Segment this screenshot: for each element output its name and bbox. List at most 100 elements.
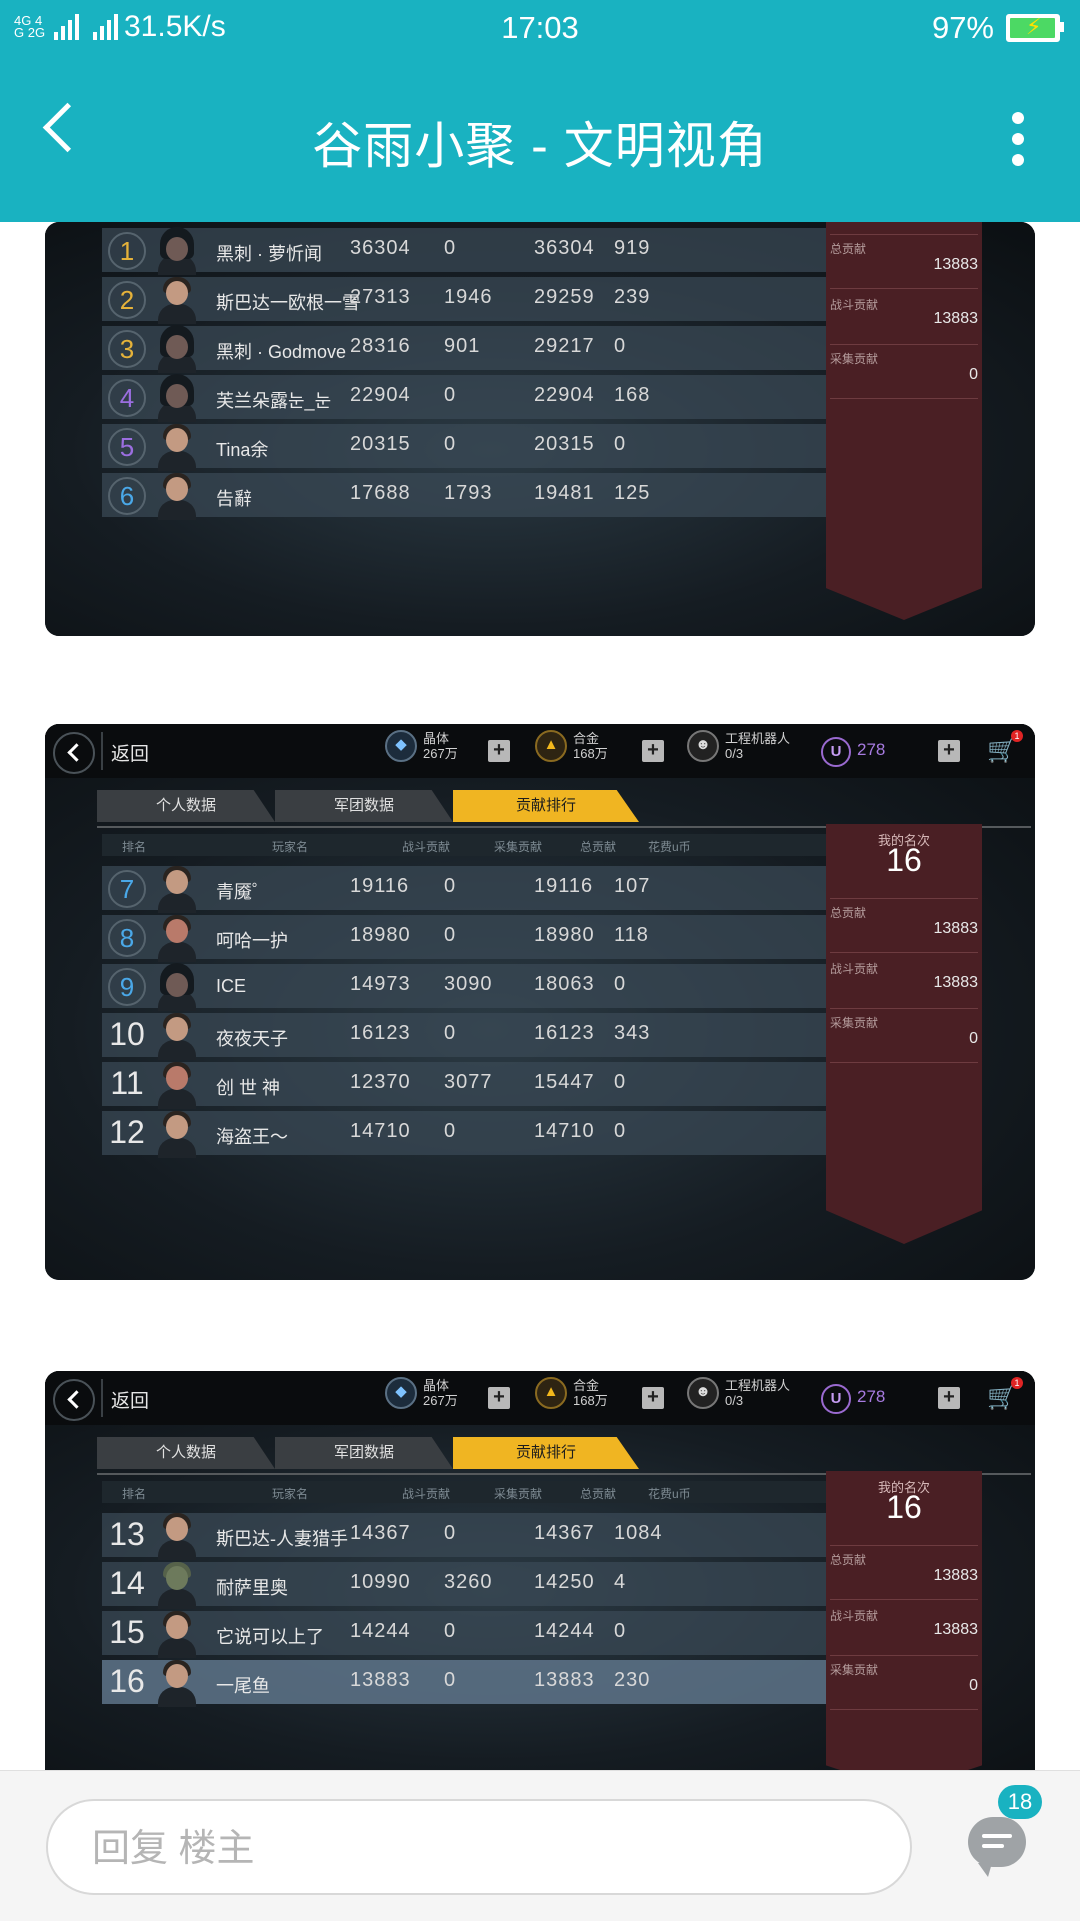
crystal-value: 267万 bbox=[423, 1393, 458, 1408]
battery-icon: ⚡ bbox=[1006, 14, 1064, 42]
table-row[interactable]: 11 创 世 神 12370 3077 15447 0 bbox=[102, 1062, 834, 1109]
game-back-icon[interactable] bbox=[53, 1379, 95, 1421]
divider bbox=[830, 1655, 978, 1656]
player-name: 斯巴达-人妻猎手 bbox=[216, 1529, 348, 1549]
add-icon[interactable]: + bbox=[642, 1387, 664, 1409]
add-icon[interactable]: + bbox=[488, 740, 510, 762]
battle-value: 14244 bbox=[350, 1620, 411, 1642]
column-header: 总贡献 bbox=[580, 840, 617, 854]
player-name: 芙兰朵露눈_눈 bbox=[216, 391, 332, 411]
player-name: 夜夜天子 bbox=[216, 1029, 288, 1049]
divider bbox=[830, 344, 978, 345]
tab-ranking[interactable]: 贡献排行 bbox=[453, 790, 639, 822]
u-value: 107 bbox=[614, 875, 651, 897]
total-value: 16123 bbox=[534, 1022, 595, 1044]
cart-icon[interactable]: 🛒 1 bbox=[987, 1377, 1023, 1411]
gather-label: 采集贡献 bbox=[830, 1016, 879, 1030]
alloy-resource: ▲ 合金 168万 bbox=[535, 730, 608, 762]
table-row[interactable]: 7 青魇゜ 19116 0 19116 107 bbox=[102, 866, 834, 913]
tab-bar: 个人数据 军团数据 贡献排行 bbox=[97, 790, 1031, 828]
player-avatar bbox=[152, 1608, 202, 1658]
total-value: 29217 bbox=[534, 335, 595, 357]
table-row[interactable]: 1 黑刺 · 萝忻闻 36304 0 36304 919 bbox=[102, 227, 834, 275]
u-value: 239 bbox=[614, 286, 651, 308]
battle-value: 14710 bbox=[350, 1120, 411, 1142]
table-row[interactable]: 5 Tina余 20315 0 20315 0 bbox=[102, 424, 834, 471]
gather-value: 1946 bbox=[444, 286, 493, 308]
robot-resource: ☻ 工程机器人 0/3 bbox=[687, 730, 790, 762]
table-row[interactable]: 2 斯巴达一欧根一雪 27313 1946 29259 239 bbox=[102, 277, 834, 324]
cart-icon[interactable]: 🛒 1 bbox=[987, 730, 1023, 764]
battle-value: 18980 bbox=[350, 924, 411, 946]
tab-bar: 个人数据 军团数据 贡献排行 bbox=[97, 1437, 1031, 1475]
player-name: 青魇゜ bbox=[216, 882, 270, 902]
u-value: 1084 bbox=[614, 1522, 663, 1544]
tab-personal[interactable]: 个人数据 bbox=[97, 790, 275, 822]
player-avatar bbox=[152, 1510, 202, 1560]
game-back-label[interactable]: 返回 bbox=[111, 1386, 149, 1413]
crystal-label: 晶体 bbox=[423, 731, 450, 746]
add-icon[interactable]: + bbox=[938, 1387, 960, 1409]
table-row[interactable]: 15 它说可以上了 14244 0 14244 0 bbox=[102, 1608, 834, 1658]
battle-value: 13883 bbox=[350, 1669, 411, 1691]
game-back-icon[interactable] bbox=[53, 732, 95, 774]
gather-value: 0 bbox=[444, 237, 457, 259]
battle-value: 13883 bbox=[933, 310, 979, 327]
column-header: 采集贡献 bbox=[494, 840, 543, 854]
table-row[interactable]: 3 黑刺 · Godmove 28316 901 29217 0 bbox=[102, 325, 834, 373]
u-coin-value: 278 bbox=[857, 1387, 886, 1406]
table-row[interactable]: 4 芙兰朵露눈_눈 22904 0 22904 168 bbox=[102, 374, 834, 422]
rank-number: 11 bbox=[110, 1065, 144, 1101]
player-name: 耐萨里奥 bbox=[216, 1578, 288, 1598]
game-back-label[interactable]: 返回 bbox=[111, 739, 149, 766]
table-row[interactable]: 9 ICE 14973 3090 18063 0 bbox=[102, 963, 834, 1011]
battery-status: 97% ⚡ bbox=[931, 10, 1064, 46]
battle-value: 17688 bbox=[350, 482, 411, 504]
table-row[interactable]: 10 夜夜天子 16123 0 16123 343 bbox=[102, 1010, 834, 1060]
battle-value: 12370 bbox=[350, 1071, 411, 1093]
player-name: 创 世 神 bbox=[216, 1078, 281, 1098]
player-name: Tina余 bbox=[216, 440, 269, 460]
tab-personal[interactable]: 个人数据 bbox=[97, 1437, 275, 1469]
table-row[interactable]: 14 耐萨里奥 10990 3260 14250 4 bbox=[102, 1559, 834, 1609]
robot-resource: ☻ 工程机器人 0/3 bbox=[687, 1377, 790, 1409]
comment-icon[interactable] bbox=[968, 1817, 1026, 1877]
player-avatar bbox=[152, 1559, 202, 1609]
screenshot-2[interactable]: 返回 ◆ 晶体 267万 ▲ 合金 168万 ☻ 工程机器人 0/3 + + + U 278 🛒 1 个人数据 军团… bbox=[45, 724, 1035, 1280]
gather-value: 901 bbox=[444, 335, 481, 357]
player-name: 黑刺 · Godmove bbox=[216, 342, 347, 362]
u-value: 0 bbox=[614, 335, 627, 357]
table-row[interactable]: 12 海盗王～ 14710 0 14710 0 bbox=[102, 1111, 834, 1158]
table-row[interactable]: 8 呵哈一护 18980 0 18980 118 bbox=[102, 915, 834, 962]
column-header: 花费u币 bbox=[648, 840, 691, 854]
screenshot-1[interactable]: 1 黑刺 · 萝忻闻 36304 0 36304 919 2 斯巴达一欧根一雪 27313 194… bbox=[45, 222, 1035, 636]
screenshot-3[interactable]: 返回 ◆ 晶体 267万 ▲ 合金 168万 ☻ 工程机器人 0/3 + + + U 278 🛒 1 个人数据 军团… bbox=[45, 1371, 1035, 1770]
add-icon[interactable]: + bbox=[488, 1387, 510, 1409]
player-avatar bbox=[152, 1010, 202, 1060]
rank-number: 12 bbox=[109, 1114, 145, 1150]
more-menu-icon[interactable] bbox=[1012, 112, 1024, 175]
add-icon[interactable]: + bbox=[938, 740, 960, 762]
crystal-value: 267万 bbox=[423, 746, 458, 761]
divider bbox=[830, 898, 978, 899]
reply-input[interactable]: 回复 楼主 bbox=[46, 1799, 912, 1895]
battery-percent: 97% bbox=[931, 10, 994, 45]
gather-value: 0 bbox=[444, 1120, 457, 1142]
table-row[interactable]: 16 一尾鱼 13883 0 13883 230 bbox=[102, 1660, 834, 1707]
player-name: 海盗王～ bbox=[216, 1127, 288, 1147]
robot-value: 0/3 bbox=[725, 746, 744, 761]
tab-ranking[interactable]: 贡献排行 bbox=[453, 1437, 639, 1469]
add-icon[interactable]: + bbox=[642, 740, 664, 762]
alloy-value: 168万 bbox=[573, 746, 608, 761]
tab-legion[interactable]: 军团数据 bbox=[275, 790, 453, 822]
table-row[interactable]: 6 告辭 17688 1793 19481 125 bbox=[102, 473, 834, 520]
total-value: 29259 bbox=[534, 286, 595, 308]
rank-number: 6 bbox=[108, 477, 146, 515]
table-row[interactable]: 13 斯巴达-人妻猎手 14367 0 14367 1084 bbox=[102, 1510, 834, 1560]
u-value: 919 bbox=[614, 237, 651, 259]
column-header: 玩家名 bbox=[272, 840, 309, 854]
table-header: 排名 玩家名 战斗贡献 采集贡献 总贡献 花费u币 bbox=[102, 1481, 834, 1503]
tab-legion[interactable]: 军团数据 bbox=[275, 1437, 453, 1469]
cart-badge: 1 bbox=[1011, 730, 1023, 742]
battle-label: 战斗贡献 bbox=[830, 1609, 879, 1623]
